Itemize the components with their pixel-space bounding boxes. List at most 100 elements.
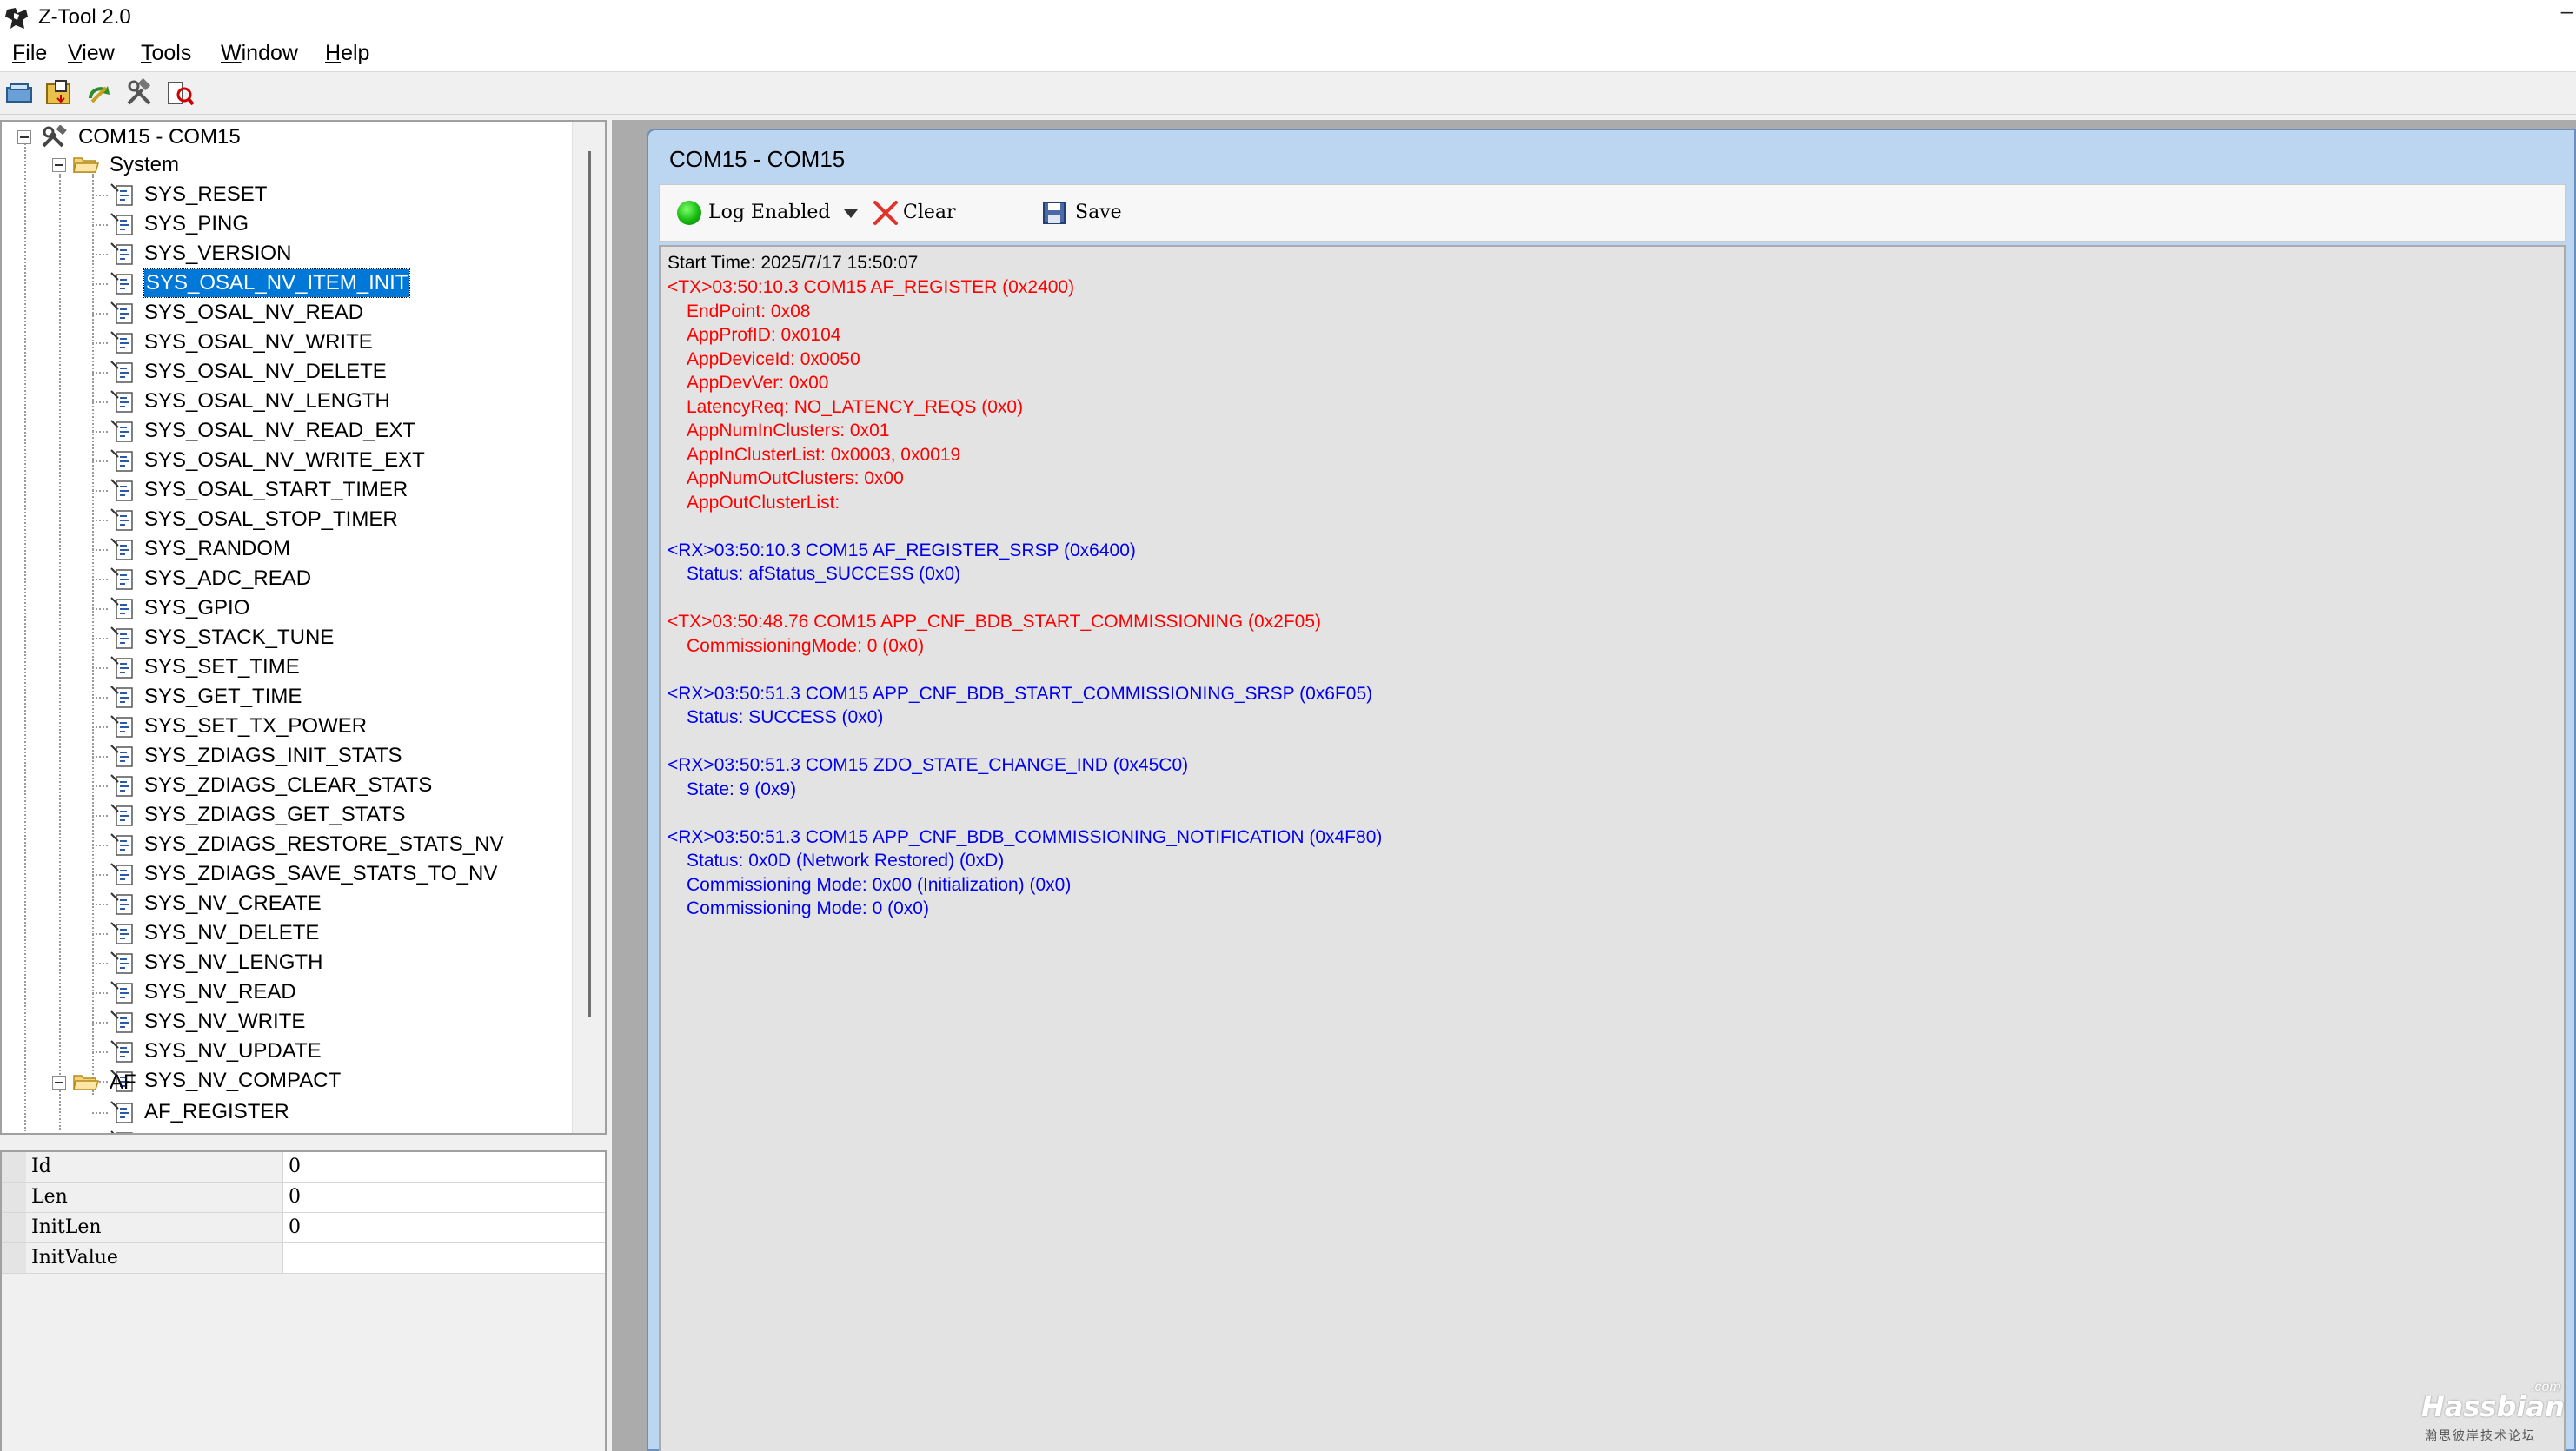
log-output[interactable]: Start Time: 2025/7/17 15:50:07 <TX>03:50… [659,245,2566,1451]
app-logo-icon [5,8,28,29]
log-line-rx: Status: 0x0D (Network Restored) (0xD) [687,851,1005,871]
watermark-com: .com [2531,1380,2561,1395]
log-enabled-button[interactable]: Log Enabled [660,185,868,241]
find-device-icon[interactable] [163,77,196,109]
load-script-icon[interactable] [43,77,76,109]
tree-folder-af-label: AF [110,1070,136,1094]
log-line-rx: Status: afStatus_SUCCESS (0x0) [687,564,961,584]
menu-tools[interactable]: Tools [137,38,195,68]
tree-command-item[interactable]: SYS_RANDOM [92,535,561,563]
tree-command-item[interactable]: SYS_OSAL_START_TIMER [92,476,561,504]
menu-view[interactable]: View [64,38,118,68]
minimize-button[interactable]: – [2561,0,2573,24]
tree-branch-line [92,638,108,639]
tree-command-item[interactable]: SYS_OSAL_NV_LENGTH [92,388,561,415]
tree-command-item[interactable]: SYS_NV_WRITE [92,1008,561,1036]
tree-command-item[interactable]: SYS_OSAL_NV_WRITE_EXT [92,447,561,474]
property-value-field[interactable]: 0 [283,1213,605,1242]
menu-file[interactable]: File [9,38,50,68]
command-icon [110,655,136,679]
command-icon [110,389,136,414]
command-icon [110,1010,136,1034]
property-value-field[interactable]: 0 [283,1183,605,1212]
tree-branch-line [92,342,108,344]
property-row[interactable]: InitValue [2,1243,605,1274]
tree-command-item[interactable]: SYS_OSAL_NV_READ [92,299,561,327]
tree-command-item[interactable]: SYS_ADC_READ [92,565,561,593]
tree-command-label: AF_REGISTER [144,1100,289,1123]
collapse-system-toggle[interactable] [52,158,66,172]
main-toolbar [0,72,2576,115]
tree-command-item[interactable]: SYS_ZDIAGS_RESTORE_STATS_NV [92,831,561,858]
tree-branch-line [92,224,108,226]
log-toolbar: Log Enabled Clear Save [659,184,2566,242]
tree-command-label: SYS_NV_UPDATE [144,1039,322,1063]
property-row[interactable]: InitLen 0 [2,1213,605,1243]
save-disk-icon [1043,202,1066,224]
property-row[interactable]: Len 0 [2,1183,605,1213]
property-row[interactable]: Id 0 [2,1152,605,1183]
tree-command-item[interactable]: SYS_VERSION [92,240,561,268]
property-value-field[interactable] [283,1243,605,1273]
chevron-down-icon[interactable] [844,209,858,218]
tree-command-item[interactable]: SYS_OSAL_NV_READ_EXT [92,417,561,445]
tree-folder-af[interactable]: AF [50,1069,311,1097]
menu-window[interactable]: Window [217,38,302,68]
tree-command-item[interactable]: SYS_GPIO [92,594,561,622]
tree-command-item[interactable]: SYS_NV_CREATE [92,890,561,918]
property-name: InitValue [26,1243,283,1273]
tree-command-label: SYS_VERSION [144,242,292,265]
tree-command-item[interactable]: SYS_ZDIAGS_CLEAR_STATS [92,772,561,799]
tree-command-item[interactable]: AF_REGISTER [92,1098,561,1126]
tree-command-item[interactable]: SYS_SET_TIME [92,653,561,681]
command-icon [110,714,136,739]
tree-command-item[interactable]: SYS_NV_READ [92,978,561,1006]
tree-command-item[interactable]: SYS_ZDIAGS_GET_STATS [92,801,561,829]
tree-command-item[interactable]: SYS_NV_LENGTH [92,949,561,977]
tree-scrollbar-thumb[interactable] [588,151,591,1017]
tree-command-item[interactable]: SYS_OSAL_NV_DELETE [92,358,561,386]
menu-view-label: iew [82,41,115,65]
log-start-time: Start Time: 2025/7/17 15:50:07 [667,253,919,273]
command-icon [110,478,136,502]
menu-help[interactable]: Help [322,38,373,68]
tree-branch-line [92,874,108,876]
collapse-root-toggle[interactable] [17,130,31,144]
tree-branch-line [92,963,108,964]
refresh-icon[interactable] [83,77,116,109]
tree-command-item[interactable]: SYS_GET_TIME [92,683,561,711]
open-port-icon[interactable] [3,77,37,109]
collapse-af-toggle[interactable] [52,1076,66,1090]
tree-command-item[interactable]: SYS_ZDIAGS_SAVE_STATS_TO_NV [92,860,561,888]
tree-command-item[interactable]: SYS_STACK_TUNE [92,624,561,652]
tree-branch-line [92,697,108,699]
tree-command-label: SYS_ZDIAGS_RESTORE_STATS_NV [144,832,504,856]
command-icon [110,271,136,295]
tree-command-item[interactable]: SYS_OSAL_NV_WRITE [92,328,561,356]
tree-command-item-selected[interactable]: SYS_OSAL_NV_ITEM_INIT [92,268,561,298]
tree-line [24,141,26,1131]
tree-command-item[interactable]: SYS_ZDIAGS_INIT_STATS [92,742,561,770]
save-log-button[interactable]: Save [1039,185,1143,241]
tree-command-item[interactable]: SYS_NV_DELETE [92,919,561,947]
command-icon [110,301,136,325]
log-line-tx: EndPoint: 0x08 [687,301,811,321]
tree-command-item[interactable]: AF_DATA_REQUEST [92,1128,561,1133]
tree-command-label: SYS_NV_READ [144,980,296,1004]
tree-command-item[interactable]: SYS_OSAL_STOP_TIMER [92,506,561,533]
clear-log-button[interactable]: Clear [868,185,973,241]
tree-command-label: SYS_OSAL_NV_LENGTH [144,389,390,413]
command-icon [110,626,136,650]
tree-command-item[interactable]: SYS_SET_TX_POWER [92,712,561,740]
property-value-field[interactable]: 0 [283,1152,605,1182]
tree-command-item[interactable]: SYS_NV_UPDATE [92,1037,561,1065]
tree-folder-system[interactable]: System [50,151,311,179]
tree-command-item[interactable]: SYS_RESET [92,181,561,209]
tools-icon[interactable] [123,77,156,109]
tree-branch-line [92,195,108,196]
tree-root-com15[interactable]: COM15 - COM15 [16,123,329,151]
command-tree[interactable]: COM15 - COM15 System SYS_RESET SYS_PING SY… [0,120,607,1135]
tree-command-label: SYS_OSAL_NV_DELETE [144,360,387,383]
log-line-tx: LatencyReq: NO_LATENCY_REQS (0x0) [687,397,1024,417]
tree-command-item[interactable]: SYS_PING [92,210,561,238]
